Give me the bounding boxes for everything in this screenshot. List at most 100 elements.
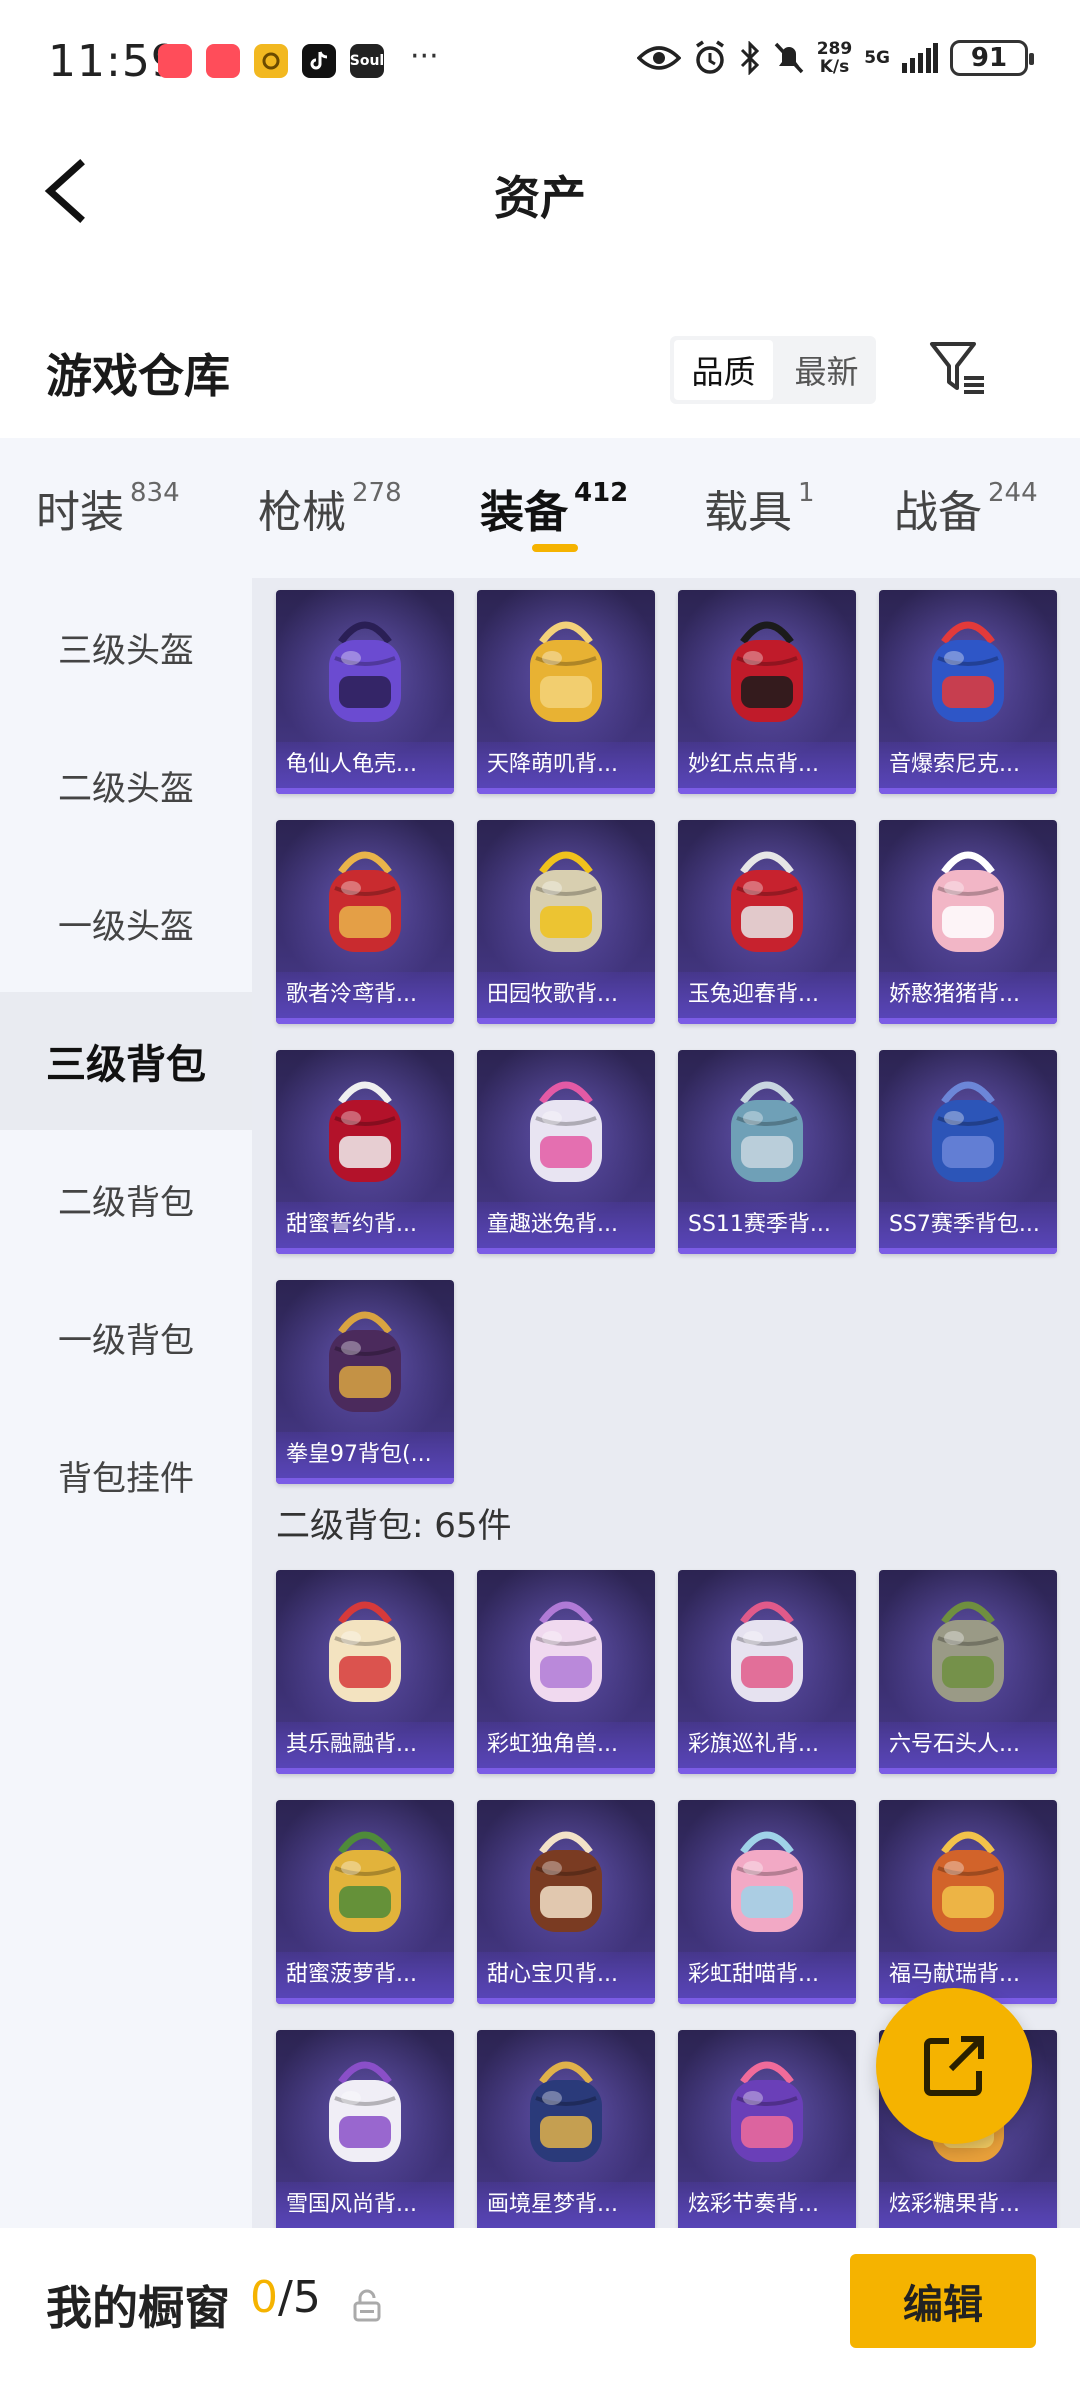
battery-indicator: 91 <box>950 40 1034 76</box>
backpack-icon <box>731 621 803 722</box>
alarm-icon <box>695 40 724 74</box>
item-card[interactable]: 玉兔迎春背... <box>678 820 856 1024</box>
network-type: 5G <box>864 48 890 68</box>
item-card[interactable]: SS11赛季背... <box>678 1050 856 1254</box>
backpack-icon <box>530 1831 602 1932</box>
sidebar-item-level1-helmet[interactable]: 一级头盔 <box>0 854 252 992</box>
item-card[interactable]: 画境星梦背... <box>477 2030 655 2228</box>
my-showcase-label: 我的橱窗 <box>46 2281 230 2335</box>
item-card[interactable]: 歌者泠鸢背... <box>276 820 454 1024</box>
item-name: 甜蜜誓约背... <box>276 1202 454 1248</box>
notification-app-icons: Soul ··· <box>158 39 439 78</box>
backpack-icon <box>329 851 401 952</box>
backpack-icon <box>932 1831 1004 1932</box>
more-notifications-icon: ··· <box>410 38 439 74</box>
red-bag-app-icon <box>158 44 192 78</box>
item-card[interactable]: SS7赛季背包... <box>879 1050 1057 1254</box>
item-card[interactable]: 龟仙人龟壳... <box>276 590 454 794</box>
item-name: 雪国风尚背... <box>276 2182 454 2228</box>
backpack-icon <box>932 621 1004 722</box>
item-name: 炫彩节奏背... <box>678 2182 856 2228</box>
backpack-icon <box>329 1081 401 1182</box>
item-name: 天降萌叽背... <box>477 742 655 788</box>
item-name: 田园牧歌背... <box>477 972 655 1018</box>
page-title: 资产 <box>494 171 586 225</box>
backpack-icon <box>932 1081 1004 1182</box>
item-name: 娇憨猪猪背... <box>879 972 1057 1018</box>
lock-icon <box>353 2289 381 2322</box>
item-name: SS11赛季背... <box>678 1202 856 1248</box>
tab-fashion[interactable]: 时装 834 <box>36 476 180 540</box>
tab-equipment[interactable]: 装备 412 <box>480 476 628 540</box>
item-name: 彩旗巡礼背... <box>678 1722 856 1768</box>
item-card[interactable]: 福马献瑞背... <box>879 1800 1057 2004</box>
red-bag-app-icon <box>206 44 240 78</box>
tab-vehicles[interactable]: 载具 1 <box>704 476 815 540</box>
mute-bell-icon <box>774 42 803 74</box>
item-card[interactable]: 彩虹甜喵背... <box>678 1800 856 2004</box>
item-name: 拳皇97背包(... <box>276 1432 454 1478</box>
item-card[interactable]: 六号石头人... <box>879 1570 1057 1774</box>
status-bar: 11:59 Soul ··· 289 K/s 5G 91 <box>0 0 1080 120</box>
item-name: 玉兔迎春背... <box>678 972 856 1018</box>
soul-app-icon: Soul <box>350 44 384 78</box>
item-name: 甜心宝贝背... <box>477 1952 655 1998</box>
sidebar-item-level1-backpack[interactable]: 一级背包 <box>0 1268 252 1406</box>
item-card[interactable]: 彩虹独角兽... <box>477 1570 655 1774</box>
item-card[interactable]: 炫彩节奏背... <box>678 2030 856 2228</box>
item-name: 画境星梦背... <box>477 2182 655 2228</box>
item-name: 炫彩糖果背... <box>879 2182 1057 2228</box>
level3-backpack-grid: 龟仙人龟壳... 天降萌叽背... 妙红点点背... 音爆索尼克... 歌者泠鸢背...… <box>276 590 1057 1484</box>
backpack-icon <box>530 1601 602 1702</box>
item-card[interactable]: 其乐融融背... <box>276 1570 454 1774</box>
sidebar-item-backpack-charm[interactable]: 背包挂件 <box>0 1406 252 1544</box>
item-card[interactable]: 拳皇97背包(... <box>276 1280 454 1484</box>
filter-icon[interactable] <box>928 338 988 398</box>
sidebar-item-level2-backpack[interactable]: 二级背包 <box>0 1130 252 1268</box>
status-indicators: 289 K/s 5G 91 <box>636 40 1034 76</box>
category-tabs: 时装 834 枪械 278 装备 412 载具 1 战备 244 <box>0 438 1080 578</box>
item-name: 童趣迷兔背... <box>477 1202 655 1248</box>
item-card[interactable]: 娇憨猪猪背... <box>879 820 1057 1024</box>
backpack-icon <box>932 851 1004 952</box>
active-tab-indicator <box>532 544 578 552</box>
item-card[interactable]: 音爆索尼克... <box>879 590 1057 794</box>
backpack-icon <box>329 1601 401 1702</box>
item-content-area: 龟仙人龟壳... 天降萌叽背... 妙红点点背... 音爆索尼克... 歌者泠鸢背...… <box>252 578 1080 2228</box>
item-card[interactable]: 天降萌叽背... <box>477 590 655 794</box>
item-card[interactable]: 雪国风尚背... <box>276 2030 454 2228</box>
backpack-icon <box>731 851 803 952</box>
signal-icon <box>902 43 938 73</box>
sidebar-item-level3-backpack[interactable]: 三级背包 <box>0 992 252 1130</box>
share-button[interactable] <box>876 1988 1032 2144</box>
item-name: 其乐融融背... <box>276 1722 454 1768</box>
item-card[interactable]: 彩旗巡礼背... <box>678 1570 856 1774</box>
nav-bar: 资产 <box>0 140 1080 240</box>
backpack-icon <box>530 851 602 952</box>
tab-guns[interactable]: 枪械 278 <box>258 476 402 540</box>
item-card[interactable]: 甜蜜誓约背... <box>276 1050 454 1254</box>
backpack-icon <box>731 2061 803 2162</box>
tab-battle-gear[interactable]: 战备 244 <box>894 476 1038 540</box>
item-name: 彩虹甜喵背... <box>678 1952 856 1998</box>
item-card[interactable]: 童趣迷兔背... <box>477 1050 655 1254</box>
backpack-icon <box>932 1601 1004 1702</box>
backpack-icon <box>329 2061 401 2162</box>
sort-quality-button[interactable]: 品质 <box>674 340 773 400</box>
item-name: 龟仙人龟壳... <box>276 742 454 788</box>
tiktok-app-icon <box>302 44 336 78</box>
sort-newest-button[interactable]: 最新 <box>777 336 876 404</box>
item-card[interactable]: 田园牧歌背... <box>477 820 655 1024</box>
sort-segmented-control: 品质 最新 <box>670 336 876 404</box>
item-card[interactable]: 甜心宝贝背... <box>477 1800 655 2004</box>
item-card[interactable]: 妙红点点背... <box>678 590 856 794</box>
sidebar-item-level3-helmet[interactable]: 三级头盔 <box>0 578 252 716</box>
item-name: 彩虹独角兽... <box>477 1722 655 1768</box>
sidebar-item-level2-helmet[interactable]: 二级头盔 <box>0 716 252 854</box>
item-card[interactable]: 甜蜜菠萝背... <box>276 1800 454 2004</box>
level2-section-label: 二级背包: 65件 <box>276 1506 512 1546</box>
subcategory-sidebar: 三级头盔 二级头盔 一级头盔 三级背包 二级背包 一级背包 背包挂件 <box>0 578 252 2228</box>
share-icon <box>924 2036 984 2096</box>
bluetooth-icon <box>740 41 759 75</box>
edit-button[interactable]: 编辑 <box>850 2254 1036 2348</box>
